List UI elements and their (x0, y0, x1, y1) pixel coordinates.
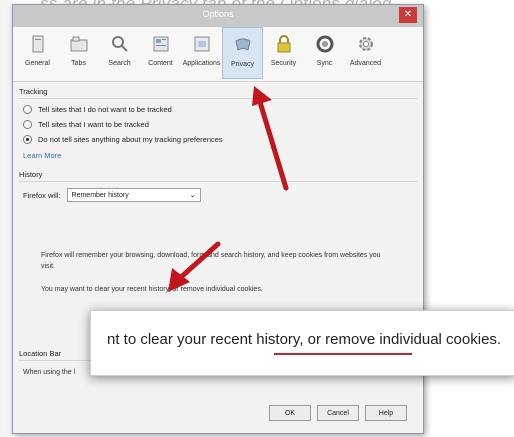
lock-icon (273, 33, 295, 55)
applications-icon (191, 33, 213, 55)
toolbar-label: Sync (316, 60, 333, 67)
history-mode-select[interactable]: Remember history ⌄ (66, 188, 201, 202)
callout-text: nt to clear your recent history, or remo… (107, 331, 502, 348)
toolbar-label: Advanced (349, 60, 382, 67)
background-strip (0, 0, 12, 437)
tracking-option-3[interactable]: Do not tell sites anything about my trac… (23, 135, 417, 144)
sync-icon (314, 33, 336, 55)
help-button[interactable]: Help (365, 405, 407, 421)
general-icon (27, 33, 49, 55)
toolbar-label: Privacy (231, 61, 254, 68)
zoom-callout: nt to clear your recent history, or remo… (90, 310, 514, 376)
toolbar-label: Tabs (71, 60, 86, 67)
toolbar-search-button[interactable]: Search (99, 27, 140, 79)
ok-button[interactable]: OK (269, 405, 311, 421)
toolbar-label: Content (148, 60, 173, 67)
history-mode-row: Firefox will: Remember history ⌄ (23, 188, 417, 202)
toolbar-label: Security (270, 60, 297, 67)
cancel-button[interactable]: Cancel (317, 405, 359, 421)
toolbar-content-button[interactable]: Content (140, 27, 181, 79)
arrow-to-recent-history (168, 241, 221, 292)
content-icon (150, 33, 172, 55)
firefox-will-label: Firefox will: (23, 190, 61, 200)
gear-icon (355, 33, 377, 55)
privacy-icon (232, 34, 254, 56)
toolbar-label: Applications (182, 60, 221, 67)
callout-underline (274, 353, 412, 355)
toolbar-label: Search (108, 60, 131, 67)
toolbar-advanced-button[interactable]: Advanced (345, 27, 386, 79)
toolbar-tabs-button[interactable]: Tabs (58, 27, 99, 79)
tracking-option-2[interactable]: Tell sites that I want to be tracked (23, 120, 417, 129)
radio-button[interactable] (23, 120, 32, 129)
toolbar-security-button[interactable]: Security (263, 27, 304, 79)
toolbar-label: General (25, 60, 50, 67)
toolbar-privacy-button[interactable]: Privacy (222, 27, 263, 79)
search-icon (109, 33, 131, 55)
radio-button-selected[interactable] (23, 135, 32, 144)
history-title: History (19, 170, 43, 179)
title-bar: Options ✕ (13, 5, 423, 27)
tracking-option-1[interactable]: Tell sites that I do not want to be trac… (23, 105, 417, 114)
learn-more-link[interactable]: Learn More (23, 151, 417, 160)
radio-button[interactable] (23, 105, 32, 114)
dialog-buttons: OK Cancel Help (269, 405, 407, 421)
toolbar-applications-button[interactable]: Applications (181, 27, 222, 79)
close-button[interactable]: ✕ (399, 7, 417, 23)
recent-history-link[interactable]: recent history, (210, 331, 303, 348)
arrow-to-privacy (252, 86, 289, 191)
tracking-group: Tell sites that I do not want to be trac… (19, 98, 417, 160)
tracking-title: Tracking (19, 87, 48, 96)
tabs-icon (68, 33, 90, 55)
chevron-down-icon: ⌄ (189, 192, 196, 199)
options-toolbar: General Tabs Search Content Applications Priv… (13, 27, 423, 82)
dialog-title: Options (202, 9, 234, 19)
toolbar-general-button[interactable]: General (17, 27, 58, 79)
toolbar-sync-button[interactable]: Sync (304, 27, 345, 79)
